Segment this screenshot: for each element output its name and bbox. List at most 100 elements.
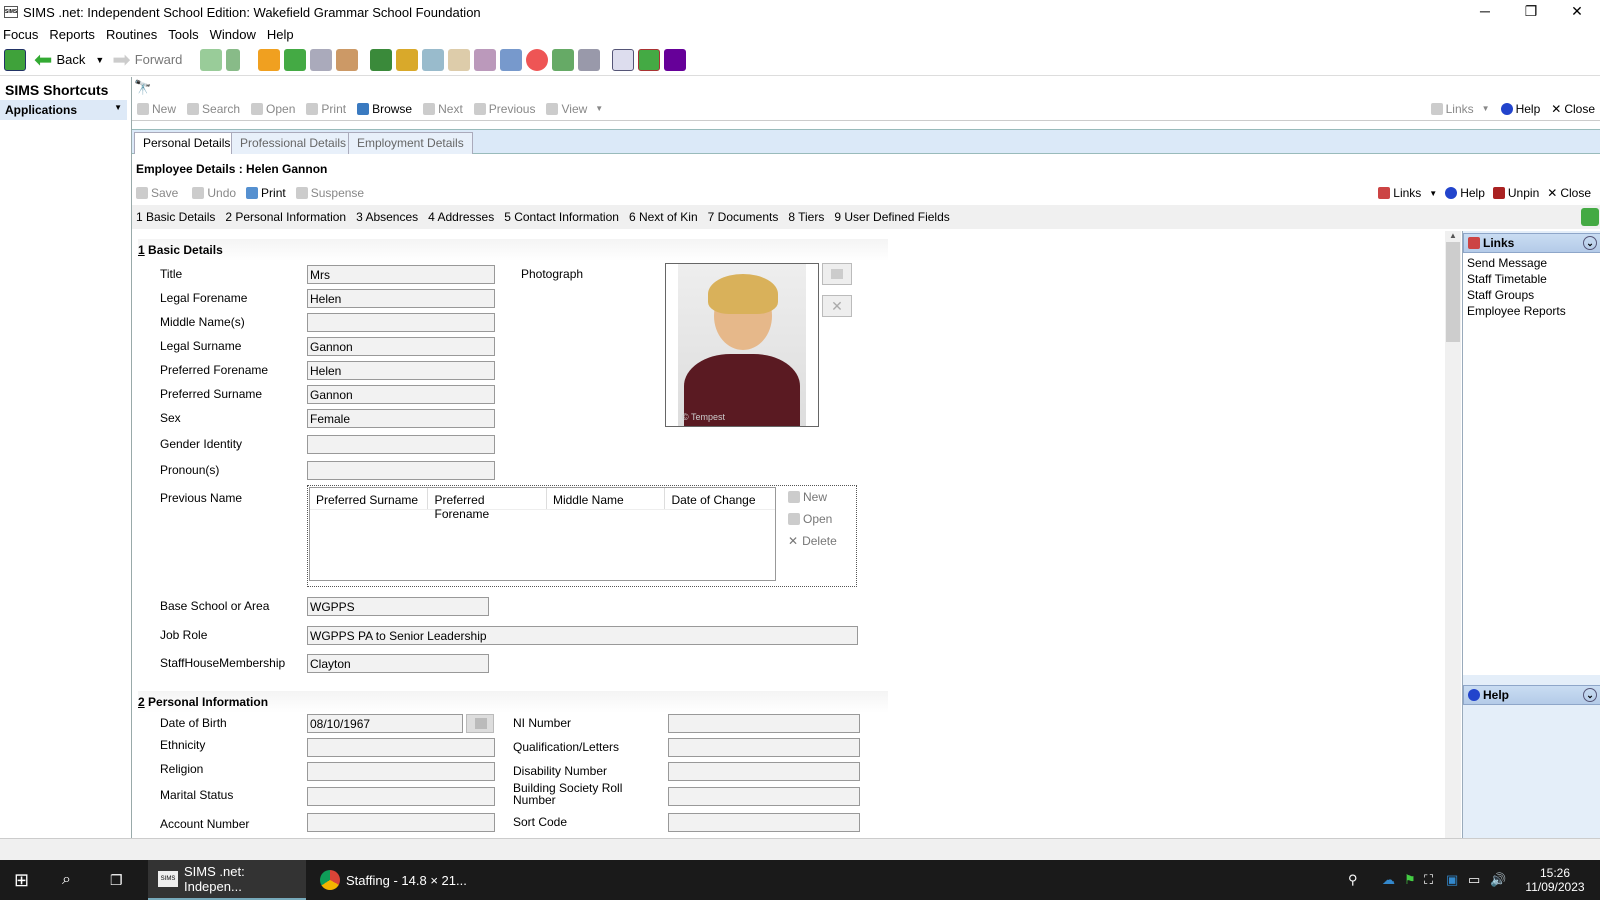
col-middle-name[interactable]: Middle Name — [547, 488, 666, 509]
ni-number-field[interactable] — [668, 714, 860, 733]
preferred-forename-field[interactable]: Helen — [307, 361, 495, 380]
report-icon[interactable] — [396, 48, 419, 71]
link-staff-groups[interactable]: Staff Groups — [1463, 287, 1600, 303]
forward-button[interactable]: ➡ Forward — [108, 46, 186, 74]
record-close-button[interactable]: ✕ Close — [1547, 186, 1591, 200]
print-record-button[interactable]: Print — [246, 186, 286, 200]
legal-forename-field[interactable]: Helen — [307, 289, 495, 308]
ethnicity-field[interactable] — [307, 738, 495, 757]
network-icon[interactable]: ⚲ — [1348, 860, 1358, 900]
col-preferred-forename[interactable]: Preferred Forename — [428, 488, 547, 521]
browse-button[interactable]: Browse — [357, 102, 412, 116]
documents-icon[interactable] — [336, 48, 359, 71]
middle-name-field[interactable] — [307, 313, 495, 332]
link-employee-reports[interactable]: Employee Reports — [1463, 303, 1600, 319]
calendar-button[interactable] — [466, 714, 494, 733]
col-preferred-surname[interactable]: Preferred Surname — [310, 488, 429, 509]
clock-icon[interactable] — [526, 48, 549, 71]
volume-icon[interactable]: 🔊 — [1490, 860, 1506, 900]
account-number-field[interactable] — [307, 813, 495, 832]
view-button[interactable]: View ▼ — [546, 102, 603, 116]
nav-personal-information[interactable]: 2 Personal Information — [225, 210, 346, 224]
tab-employment-details[interactable]: Employment Details — [348, 132, 473, 154]
scroll-up-icon[interactable]: ▲ — [1445, 231, 1461, 240]
user-tray-icon[interactable]: ▣ — [1446, 860, 1458, 900]
link-send-message[interactable]: Send Message — [1463, 255, 1600, 271]
new-button[interactable]: New — [137, 102, 176, 116]
photo-delete-button[interactable]: ✕ — [822, 295, 852, 317]
record-links-button[interactable]: Links ▼ — [1378, 186, 1437, 200]
menu-help[interactable]: Help — [267, 27, 294, 42]
print-button[interactable]: Print — [306, 102, 346, 116]
religion-field[interactable] — [307, 762, 495, 781]
house-icon[interactable] — [500, 48, 523, 71]
nav-contact-information[interactable]: 5 Contact Information — [504, 210, 619, 224]
disability-number-field[interactable] — [668, 762, 860, 781]
sort-code-field[interactable] — [668, 813, 860, 832]
task-view-icon[interactable]: ❐ — [110, 860, 123, 900]
dob-field[interactable]: 08/10/1967 — [307, 714, 463, 733]
people-icon[interactable] — [200, 48, 223, 71]
windows-start-icon[interactable]: ⊞ — [14, 860, 34, 900]
nav-next-of-kin[interactable]: 6 Next of Kin — [629, 210, 698, 224]
nav-basic-details[interactable]: 1 Basic Details — [136, 210, 215, 224]
chart-icon[interactable] — [370, 48, 393, 71]
book-icon[interactable] — [258, 48, 281, 71]
legal-surname-field[interactable]: Gannon — [307, 337, 495, 356]
menu-tools[interactable]: Tools — [168, 27, 198, 42]
usb-icon[interactable]: ⛶ — [1424, 860, 1433, 900]
nav-documents[interactable]: 7 Documents — [708, 210, 779, 224]
unpin-button[interactable]: Unpin — [1492, 186, 1539, 200]
previous-name-grid[interactable]: Preferred Surname Preferred Forename Mid… — [309, 487, 776, 581]
open-button[interactable]: Open — [251, 102, 295, 116]
mail-icon[interactable] — [612, 48, 635, 71]
collapse-icon[interactable]: ⌄ — [1583, 236, 1597, 250]
onedrive-icon[interactable]: ☁ — [1382, 860, 1395, 900]
close-window-button[interactable]: ✕ — [1554, 0, 1600, 24]
back-button[interactable]: ⬅ Back ▼ — [30, 46, 108, 74]
nav-absences[interactable]: 3 Absences — [356, 210, 418, 224]
users-icon[interactable] — [474, 48, 497, 71]
menu-reports[interactable]: Reports — [49, 27, 95, 42]
col-date-of-change[interactable]: Date of Change — [665, 488, 775, 509]
home-button[interactable] — [0, 46, 30, 74]
table-icon[interactable] — [422, 48, 445, 71]
pattern-icon[interactable] — [664, 48, 687, 71]
search-button[interactable]: Search — [187, 102, 240, 116]
minimize-button[interactable]: ─ — [1462, 0, 1508, 24]
nav-tiers[interactable]: 8 Tiers — [788, 210, 824, 224]
nav-addresses[interactable]: 4 Addresses — [428, 210, 494, 224]
monitor-icon[interactable]: ▭ — [1468, 860, 1480, 900]
help-button[interactable]: Help — [1500, 102, 1540, 116]
next-button[interactable]: Next — [423, 102, 463, 116]
search-people-icon[interactable] — [310, 48, 333, 71]
links-button[interactable]: Links ▼ — [1430, 102, 1490, 116]
title-field[interactable]: Mrs — [307, 265, 495, 284]
clock[interactable]: 15:26 11/09/2023 — [1520, 860, 1590, 900]
links-panel-header[interactable]: Links ⌄ — [1463, 233, 1600, 253]
staff-house-field[interactable]: Clayton — [307, 654, 489, 673]
job-role-field[interactable]: WGPPS PA to Senior Leadership — [307, 626, 858, 645]
applications-dropdown[interactable]: Applications ▼ — [0, 100, 127, 120]
prev-name-open-button[interactable]: Open — [788, 512, 832, 526]
scroll-thumb[interactable] — [1446, 242, 1460, 342]
gender-identity-field[interactable] — [307, 435, 495, 454]
back-dropdown-icon[interactable]: ▼ — [95, 55, 104, 65]
flag-tray-icon[interactable]: ⚑ — [1404, 860, 1416, 900]
form-scrollbar[interactable]: ▲ — [1445, 231, 1461, 838]
tab-professional-details[interactable]: Professional Details — [231, 132, 356, 154]
timetable-icon[interactable] — [638, 48, 661, 71]
prev-name-new-button[interactable]: New — [788, 490, 827, 504]
photo-save-button[interactable] — [822, 263, 852, 285]
search-icon[interactable]: ⌕ — [62, 860, 71, 900]
collapse-icon[interactable]: ⌄ — [1583, 688, 1597, 702]
record-help-button[interactable]: Help — [1445, 186, 1485, 200]
sex-field[interactable]: Female — [307, 409, 495, 428]
edit-icon[interactable] — [448, 48, 471, 71]
person-icon[interactable] — [226, 48, 241, 71]
close-button[interactable]: ✕ Close — [1551, 102, 1595, 116]
base-school-field[interactable]: WGPPS — [307, 597, 489, 616]
group-icon[interactable] — [578, 48, 601, 71]
menu-routines[interactable]: Routines — [106, 27, 157, 42]
building-society-field[interactable] — [668, 787, 860, 806]
